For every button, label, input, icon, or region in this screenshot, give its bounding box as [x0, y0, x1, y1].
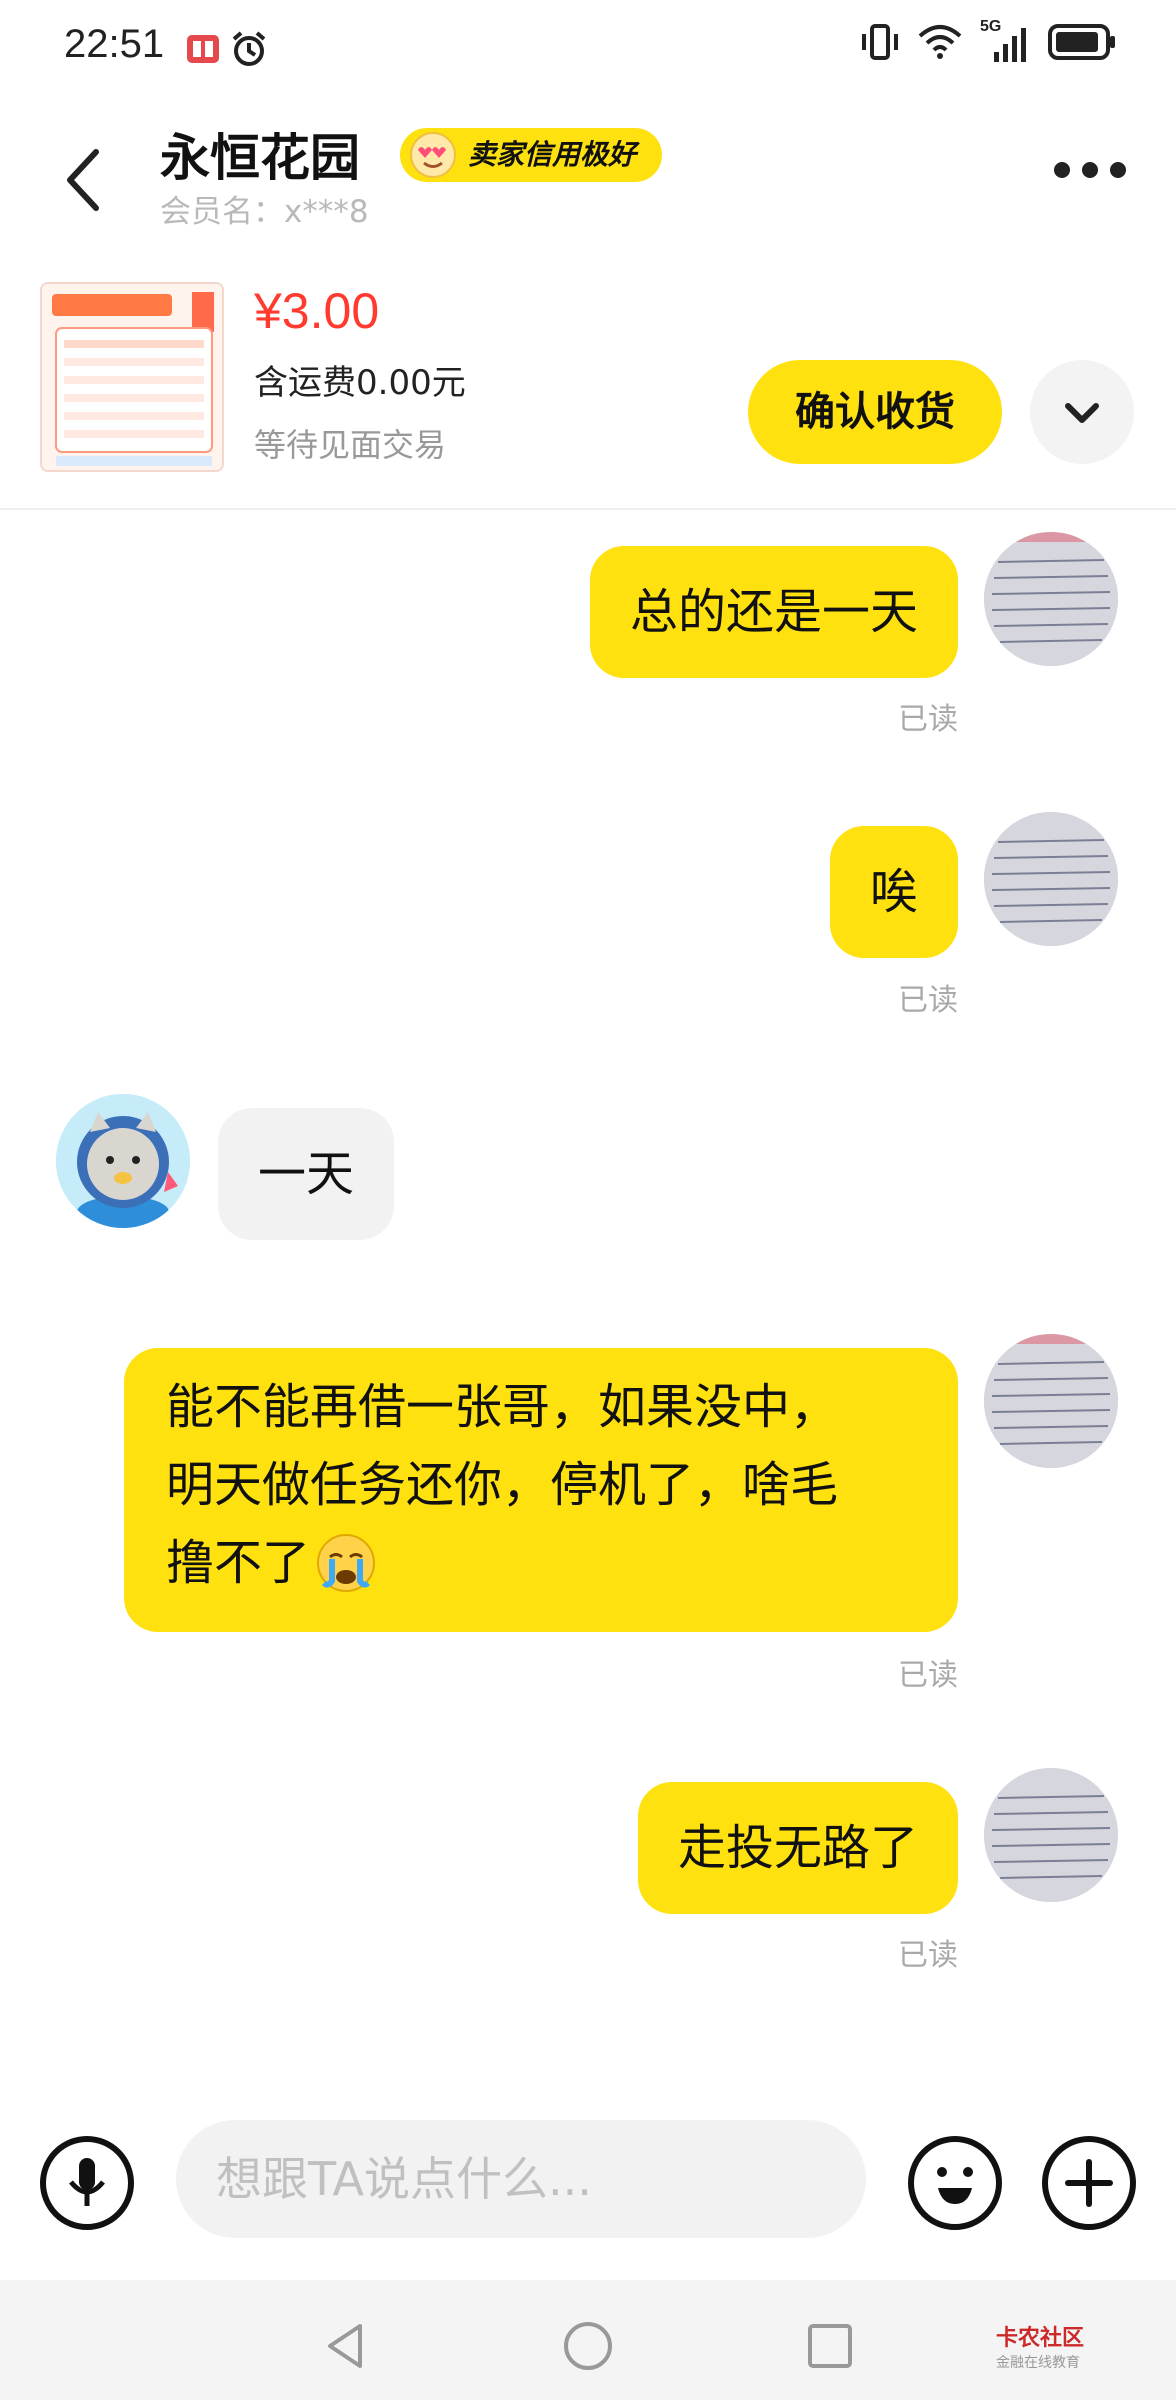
- status-time: 22:51: [64, 22, 165, 66]
- credit-badge[interactable]: 卖家信用极好: [400, 128, 663, 182]
- voice-input-button[interactable]: [40, 2136, 134, 2230]
- product-image: [42, 284, 222, 470]
- read-receipt: 已读: [898, 702, 958, 737]
- home-circle-icon[interactable]: [558, 2316, 618, 2376]
- product-thumbnail[interactable]: [40, 282, 224, 472]
- book-icon: [187, 35, 219, 63]
- heart-eyes-icon: [410, 132, 456, 178]
- alarm-icon: [232, 31, 266, 66]
- seller-avatar[interactable]: [56, 1094, 190, 1228]
- message-line: 明天做任务还你，停机了，啥毛: [166, 1457, 839, 1513]
- wifi-icon: [918, 25, 962, 59]
- trade-status: 等待见面交易: [254, 426, 447, 464]
- input-bar: [0, 2080, 1176, 2280]
- plus-icon: [1065, 2159, 1113, 2207]
- message-input[interactable]: [176, 2120, 866, 2238]
- watermark-title: 卡农社区: [996, 2326, 1085, 2351]
- shipping-fee: 含运费0.00元: [254, 363, 466, 403]
- more-options-icon[interactable]: [1054, 156, 1126, 184]
- chat-header: 永恒花园 卖家信用极好 会员名：x***8: [0, 100, 1176, 240]
- my-avatar[interactable]: [984, 1334, 1118, 1468]
- more-actions-button[interactable]: [1042, 2136, 1136, 2230]
- microphone-icon: [69, 2158, 105, 2206]
- product-price: ¥3.00: [254, 283, 380, 339]
- battery-icon: [1048, 24, 1115, 60]
- emoji-button[interactable]: [908, 2136, 1002, 2230]
- message-line: 能不能再借一张哥，如果没中，: [166, 1379, 839, 1435]
- system-nav-bar: 卡农社区 金融在线教育: [0, 2280, 1176, 2400]
- recents-square-icon[interactable]: [800, 2316, 860, 2376]
- message-bubble-sent[interactable]: 走投无路了: [637, 1782, 958, 1914]
- member-name: 会员名：x***8: [160, 194, 369, 230]
- signal-icon: 5G: [980, 18, 1030, 62]
- vibrate-icon: [862, 24, 898, 60]
- message-line: 撸不了: [166, 1535, 311, 1591]
- my-avatar[interactable]: [984, 812, 1118, 946]
- seller-name[interactable]: 永恒花园: [160, 118, 360, 190]
- back-triangle-icon[interactable]: [316, 2316, 376, 2376]
- smiley-icon: [937, 2167, 973, 2204]
- watermark-logo: 卡农社区 金融在线教育: [996, 2320, 1084, 2372]
- confirm-receipt-button[interactable]: 确认收货: [748, 360, 1002, 464]
- back-arrow-icon[interactable]: [56, 140, 116, 220]
- read-receipt: 已读: [898, 1938, 958, 1973]
- read-receipt: 已读: [898, 1658, 958, 1693]
- message-bubble-sent[interactable]: 总的还是一天: [589, 546, 958, 678]
- crying-face-icon: [317, 1534, 376, 1592]
- watermark-subtitle: 金融在线教育: [996, 2355, 1080, 2371]
- credit-badge-label: 卖家信用极好: [468, 138, 637, 171]
- my-avatar[interactable]: [984, 532, 1118, 666]
- chevron-down-icon: [1065, 403, 1099, 423]
- expand-button[interactable]: [1030, 360, 1134, 464]
- my-avatar[interactable]: [984, 1768, 1118, 1902]
- product-card[interactable]: ¥3.00 含运费0.00元 等待见面交易 确认收货: [0, 260, 1176, 510]
- message-bubble-received[interactable]: 一天: [218, 1108, 395, 1240]
- message-bubble-sent[interactable]: 唉: [829, 826, 958, 958]
- message-bubble-sent[interactable]: 能不能再借一张哥，如果没中， 明天做任务还你，停机了，啥毛 撸不了: [124, 1348, 958, 1632]
- status-bar: 22:51 5G: [0, 0, 1176, 100]
- read-receipt: 已读: [898, 983, 958, 1018]
